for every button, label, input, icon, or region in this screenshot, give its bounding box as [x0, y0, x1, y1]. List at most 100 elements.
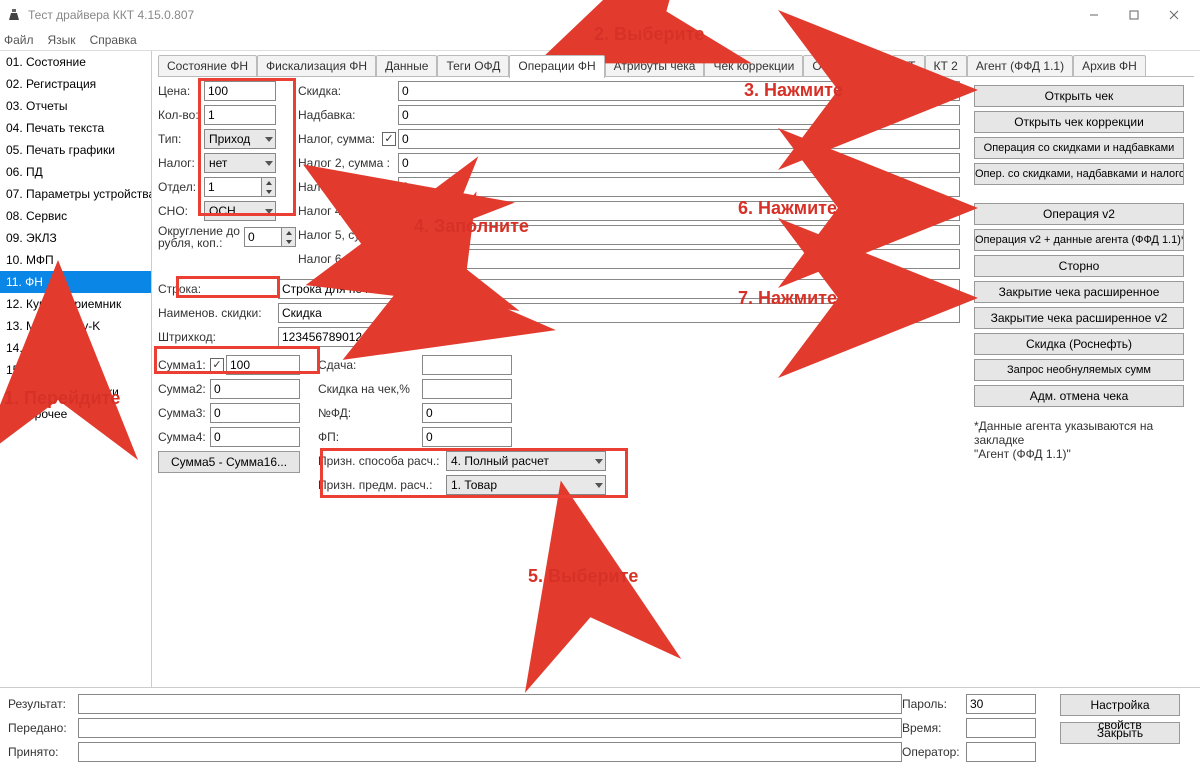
change-label: Сдача:: [318, 358, 422, 372]
tax5-input[interactable]: [398, 225, 960, 245]
operator-input[interactable]: [966, 742, 1036, 762]
tab[interactable]: Данные: [376, 55, 437, 76]
sent-input[interactable]: [78, 718, 902, 738]
sidebar-item[interactable]: 14. Модем: [0, 337, 151, 359]
sidebar-item[interactable]: 11. ФН: [0, 271, 151, 293]
tab[interactable]: Теги ОФД: [437, 55, 509, 76]
tab[interactable]: Атрибуты чека: [605, 55, 705, 76]
taxsum-checkbox[interactable]: [382, 132, 396, 146]
addon-input[interactable]: [398, 105, 960, 125]
spinner-down-icon[interactable]: [281, 237, 295, 246]
operation-v2-agent-button[interactable]: Операция v2 + данные агента (ФФД 1.1)*: [974, 229, 1184, 251]
sidebar-item[interactable]: 02. Регистрация: [0, 73, 151, 95]
tab[interactable]: КТ: [892, 55, 924, 76]
round-input[interactable]: [245, 228, 281, 246]
menu-lang[interactable]: Язык: [48, 33, 76, 47]
sidebar-item[interactable]: 03. Отчеты: [0, 95, 151, 117]
spinner-up-icon[interactable]: [281, 228, 295, 237]
discname-input[interactable]: [278, 303, 960, 323]
fdnum-input[interactable]: [422, 403, 512, 423]
sidebar-item[interactable]: 17. Прочее: [0, 403, 151, 425]
sidebar-item[interactable]: 16. Онлайн платежи: [0, 381, 151, 403]
menu-file[interactable]: Файл: [4, 33, 34, 47]
type-select[interactable]: Приход: [204, 129, 276, 149]
price-input[interactable]: [204, 81, 276, 101]
sum2-label: Сумма2:: [158, 382, 210, 396]
sum3-input[interactable]: [210, 403, 300, 423]
sidebar-item[interactable]: 10. МФП: [0, 249, 151, 271]
sno-select[interactable]: ОСН: [204, 201, 276, 221]
received-input[interactable]: [78, 742, 902, 762]
tax2-input[interactable]: [398, 153, 960, 173]
menu-help[interactable]: Справка: [90, 33, 137, 47]
result-input[interactable]: [78, 694, 902, 714]
fn-tabs: Состояние ФНФискализация ФНДанныеТеги ОФ…: [158, 55, 1194, 77]
settings-button[interactable]: Настройка свойств: [1060, 694, 1180, 716]
fp-input[interactable]: [422, 427, 512, 447]
tax3-input[interactable]: [398, 177, 960, 197]
tax6-input[interactable]: [398, 249, 960, 269]
string-input[interactable]: [278, 279, 960, 299]
tax-select[interactable]: нет: [204, 153, 276, 173]
tab[interactable]: Чек коррекции: [704, 55, 803, 76]
tax4-input[interactable]: [398, 201, 960, 221]
discount-input[interactable]: [398, 81, 960, 101]
paysubj-select[interactable]: 1. Товар: [446, 475, 606, 495]
minimize-button[interactable]: [1074, 0, 1114, 30]
tab[interactable]: РНМ: [848, 55, 893, 76]
admin-cancel-button[interactable]: Адм. отмена чека: [974, 385, 1184, 407]
sidebar-item[interactable]: 04. Печать текста: [0, 117, 151, 139]
open-check-button[interactable]: Открыть чек: [974, 85, 1184, 107]
close-button[interactable]: Закрыть: [1060, 722, 1180, 744]
nonzero-sums-button[interactable]: Запрос необнуляемых сумм: [974, 359, 1184, 381]
sum4-input[interactable]: [210, 427, 300, 447]
sidebar-item[interactable]: 07. Параметры устройства: [0, 183, 151, 205]
round-spinner[interactable]: [244, 227, 296, 247]
cheqdisc-input[interactable]: [422, 379, 512, 399]
sidebar-item[interactable]: 13. МастерPay-K: [0, 315, 151, 337]
close-extended-v2-button[interactable]: Закрытие чека расширенное v2: [974, 307, 1184, 329]
op-discount-button[interactable]: Операция со скидками и надбавками: [974, 137, 1184, 159]
tab[interactable]: Фискализация ФН: [257, 55, 376, 76]
sidebar-item[interactable]: 08. Сервис: [0, 205, 151, 227]
sidebar-item[interactable]: 15. БД чеков: [0, 359, 151, 381]
tab[interactable]: КТ 2: [925, 55, 967, 76]
sum2-input[interactable]: [210, 379, 300, 399]
paymethod-select[interactable]: 4. Полный расчет: [446, 451, 606, 471]
close-extended-button[interactable]: Закрытие чека расширенное: [974, 281, 1184, 303]
password-input[interactable]: [966, 694, 1036, 714]
tab[interactable]: ОФД: [803, 55, 847, 76]
time-input[interactable]: [966, 718, 1036, 738]
sum1-input[interactable]: [226, 355, 300, 375]
operation-v2-button[interactable]: Операция v2: [974, 203, 1184, 225]
close-window-button[interactable]: [1154, 0, 1194, 30]
tab[interactable]: Агент (ФФД 1.1): [967, 55, 1073, 76]
chevron-down-icon: [595, 459, 603, 464]
maximize-button[interactable]: [1114, 0, 1154, 30]
change-input[interactable]: [422, 355, 512, 375]
open-correction-button[interactable]: Открыть чек коррекции: [974, 111, 1184, 133]
dept-spinner[interactable]: [204, 177, 276, 197]
sidebar-item[interactable]: 09. ЭКЛЗ: [0, 227, 151, 249]
tab[interactable]: Состояние ФН: [158, 55, 257, 76]
app-icon: [6, 7, 22, 23]
sidebar-item[interactable]: 12. Купюроприемник: [0, 293, 151, 315]
sidebar-item[interactable]: 05. Печать графики: [0, 139, 151, 161]
dept-input[interactable]: [205, 178, 261, 196]
sum1-checkbox[interactable]: [210, 358, 224, 372]
spinner-down-icon[interactable]: [261, 187, 275, 196]
result-label: Результат:: [8, 697, 78, 711]
sidebar-item[interactable]: 01. Состояние: [0, 51, 151, 73]
sum5-16-button[interactable]: Сумма5 - Сумма16...: [158, 451, 300, 473]
rosneft-discount-button[interactable]: Скидка (Роснефть): [974, 333, 1184, 355]
time-label: Время:: [902, 721, 966, 735]
storno-button[interactable]: Сторно: [974, 255, 1184, 277]
op-discount-tax-button[interactable]: Опер. со скидками, надбавками и налогом: [974, 163, 1184, 185]
tab[interactable]: Архив ФН: [1073, 55, 1146, 76]
qty-input[interactable]: [204, 105, 276, 125]
sidebar-item[interactable]: 06. ПД: [0, 161, 151, 183]
taxsum-input[interactable]: [398, 129, 960, 149]
spinner-up-icon[interactable]: [261, 178, 275, 187]
tab[interactable]: Операции ФН: [509, 55, 604, 78]
barcode-input[interactable]: [278, 327, 388, 347]
